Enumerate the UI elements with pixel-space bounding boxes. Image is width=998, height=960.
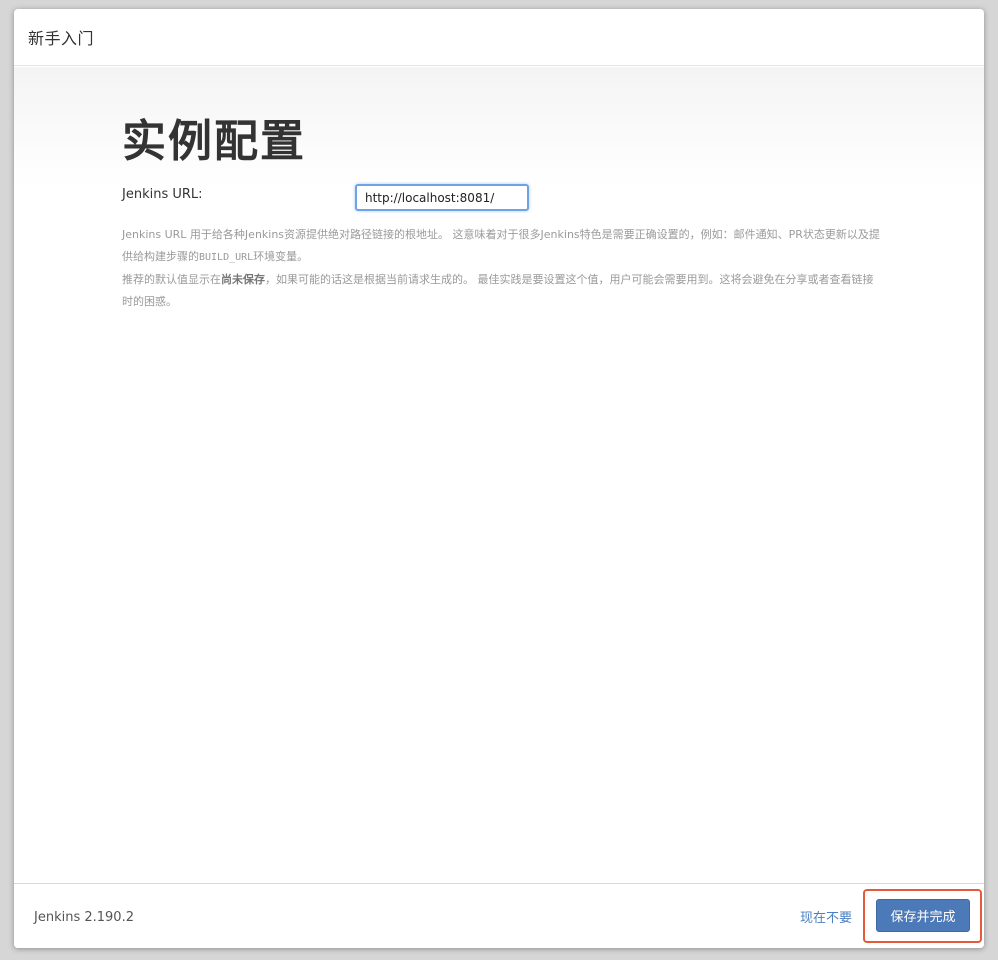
setup-wizard-dialog: 新手入门 实例配置 Jenkins URL: Jenkins URL 用于给各种… — [14, 9, 984, 948]
save-and-finish-button[interactable]: 保存并完成 — [876, 899, 970, 932]
build-url-code: BUILD_URL — [199, 252, 254, 263]
jenkins-version: Jenkins 2.190.2 — [34, 910, 134, 925]
jenkins-url-input[interactable] — [355, 184, 529, 211]
dialog-title: 新手入门 — [28, 29, 95, 48]
dialog-body: 实例配置 Jenkins URL: Jenkins URL 用于给各种Jenki… — [14, 67, 984, 883]
help-text: Jenkins URL 用于给各种Jenkins资源提供绝对路径链接的根地址。 … — [122, 224, 882, 313]
dialog-footer: Jenkins 2.190.2 现在不要 保存并完成 — [14, 883, 984, 948]
help-paragraph-2: 推荐的默认值显示在尚未保存，如果可能的话这是根据当前请求生成的。 最佳实践是要设… — [122, 273, 874, 308]
skip-link[interactable]: 现在不要 — [800, 907, 852, 926]
jenkins-url-label: Jenkins URL: — [122, 187, 203, 202]
dialog-header: 新手入门 — [14, 9, 984, 66]
help-paragraph-1: Jenkins URL 用于给各种Jenkins资源提供绝对路径链接的根地址。 … — [122, 228, 880, 263]
not-saved-text: 尚未保存 — [221, 273, 265, 286]
page-title: 实例配置 — [122, 116, 306, 167]
